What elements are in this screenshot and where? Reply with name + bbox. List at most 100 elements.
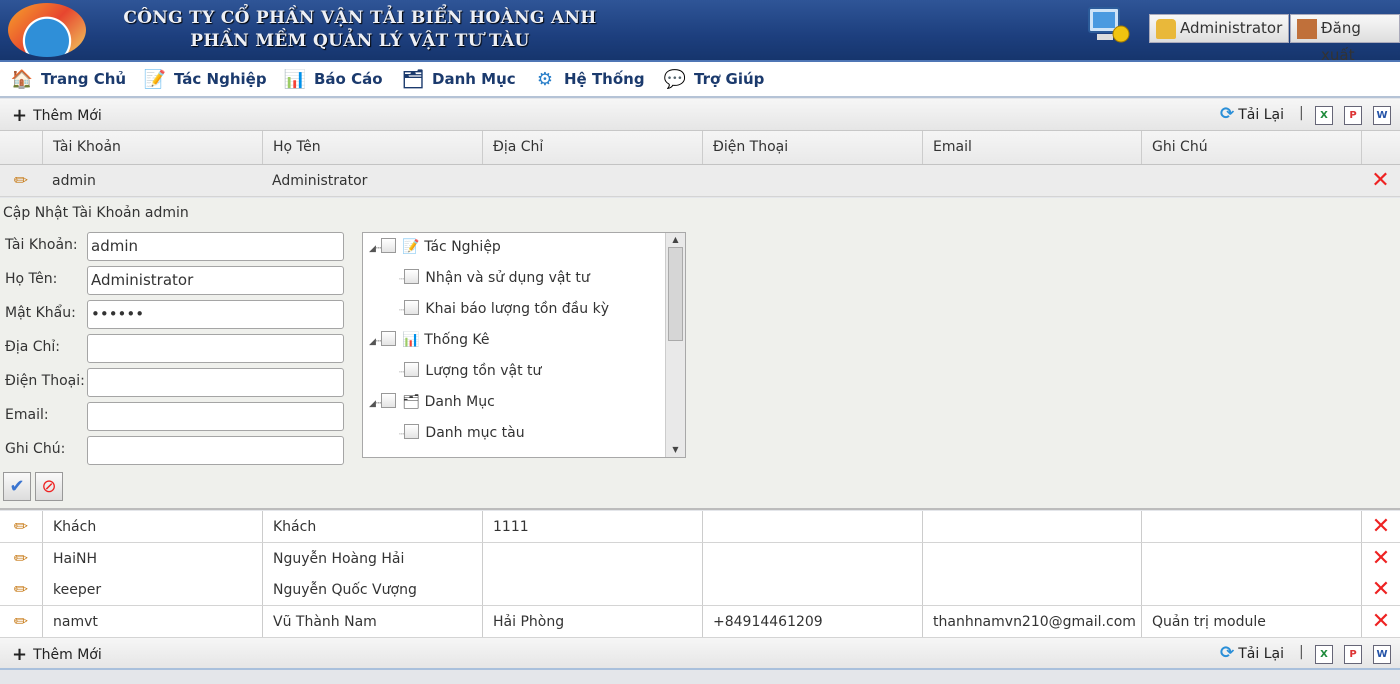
table-cell: Khách [42,511,262,542]
permission-tree: ◢┄ 📝 Tác Nghiệp ┄ Nhận và sử dụng vật tư ┄ Kh… [362,232,686,458]
app-title: PHẦN MỀM QUẢN LÝ VẬT TƯ TÀU [190,31,530,51]
menu-system[interactable]: ⚙ Hệ Thống [533,68,645,92]
export-word-button-bottom[interactable]: W [1373,645,1391,664]
table-cell: Hải Phòng [482,606,702,638]
menu-reports[interactable]: 📊 Báo Cáo [283,68,383,92]
tree-checkbox[interactable] [404,362,420,377]
logout-button[interactable]: Đăng xuất [1290,14,1400,64]
column-header-account[interactable]: Tài Khoản [42,131,262,164]
table-cell [702,574,922,606]
table-cell: 1111 [482,511,702,542]
collapse-triangle-icon[interactable]: ◢┄ [369,399,381,409]
scroll-down-icon[interactable]: ▼ [668,444,683,456]
user-button[interactable]: Administrator [1149,14,1290,43]
phone-input[interactable] [87,368,344,397]
tree-node-group[interactable]: ◢┄ 📝 Tác Nghiệp [369,238,501,255]
table-cell [1141,542,1361,574]
tree-node-leaf[interactable]: ┄ Nhận và sử dụng vật tư [399,269,590,286]
table-cell [922,511,1141,542]
table-cell [482,574,702,606]
table-row[interactable]: ✏ Khách Khách 1111 ✕ [0,511,1400,543]
table-row[interactable]: ✏ namvt Vũ Thành Nam Hải Phòng +84914461209 t… [0,606,1400,639]
column-header-note[interactable]: Ghi Chú [1141,131,1361,164]
tree-checkbox[interactable] [404,424,420,439]
column-header-address[interactable]: Địa Chỉ [482,131,702,164]
column-header-name[interactable]: Họ Tên [262,131,482,164]
add-new-button[interactable]: + Thêm Mới [12,105,102,126]
main-menu: 🏠 Trang Chủ 📝 Tác Nghiệp 📊 Báo Cáo 🗂 Danh Mụ… [0,62,1400,98]
form-title: Cập Nhật Tài Khoản admin [3,205,189,221]
delete-x-icon[interactable]: ✕ [1361,511,1400,542]
edit-pencil-icon[interactable]: ✏ [0,574,42,605]
gear-icon: ⚙ [536,69,554,90]
tree-node-leaf[interactable]: ┄ Danh mục tàu [399,424,525,441]
tree-node-group[interactable]: ◢┄ 🗂 Danh Mục [369,393,495,410]
plus-icon: + [12,644,28,665]
add-new-button-bottom[interactable]: + Thêm Mới [12,644,102,665]
account-input[interactable]: admin [87,232,344,261]
column-header-email[interactable]: Email [922,131,1141,164]
lock-icon [1156,19,1176,39]
table-row-selected[interactable]: ✏ admin Administrator ✕ [0,165,1400,197]
collapse-triangle-icon[interactable]: ◢┄ [369,244,381,254]
edit-account-form: Cập Nhật Tài Khoản admin Tài Khoản: admin… [0,198,1400,510]
export-pdf-button[interactable]: P [1344,106,1362,125]
table-cell [482,542,702,574]
tree-node-leaf[interactable]: ┄ Lượng tồn vật tư [399,362,541,379]
save-check-button[interactable]: ✔ [3,472,31,501]
menu-home[interactable]: 🏠 Trang Chủ [10,68,126,92]
tree-checkbox[interactable] [381,331,397,346]
label-password: Mật Khẩu: [5,305,76,321]
tree-node-leaf[interactable]: ┄ Khai báo lượng tồn đầu kỳ [399,300,609,317]
delete-x-icon[interactable]: ✕ [1361,165,1400,196]
note-input[interactable] [87,436,344,465]
fullname-input[interactable]: Administrator [87,266,344,295]
export-pdf-button-bottom[interactable]: P [1344,645,1362,664]
scroll-up-icon[interactable]: ▲ [668,234,683,246]
table-cell: thanhnamvn210@gmail.com [922,606,1141,638]
edit-form-icon: 📝 [143,69,167,90]
cancel-button[interactable]: ⊘ [35,472,63,501]
reload-button[interactable]: ⟳ Tải Lại [1220,104,1284,124]
edit-pencil-icon[interactable]: ✏ [0,165,42,196]
home-icon: 🏠 [10,69,34,90]
refresh-icon: ⟳ [1220,104,1235,124]
table-cell [922,542,1141,574]
edit-pencil-icon[interactable]: ✏ [0,511,42,542]
tree-checkbox[interactable] [381,393,397,408]
tree-checkbox[interactable] [404,269,420,284]
table-row[interactable]: ✏ keeper Nguyễn Quốc Vượng ✕ [0,574,1400,607]
tree-checkbox[interactable] [404,300,420,315]
export-word-button[interactable]: W [1373,106,1391,125]
export-excel-button-bottom[interactable]: X [1315,645,1333,664]
export-excel-button[interactable]: X [1315,106,1333,125]
label-email: Email: [5,407,49,423]
help-chat-icon: 💬 [663,69,687,90]
reload-button-bottom[interactable]: ⟳ Tải Lại [1220,643,1284,663]
tree-node-group[interactable]: ◢┄ 📊 Thống Kê [369,331,490,348]
delete-x-icon[interactable]: ✕ [1361,606,1400,638]
table-cell [702,511,922,542]
top-toolbar: + Thêm Mới ⟳ Tải Lại | X P W [0,99,1400,131]
table-cell: Nguyễn Hoàng Hải [262,542,482,574]
tree-checkbox[interactable] [381,238,397,253]
email-input[interactable] [87,402,344,431]
password-input[interactable]: •••••• [87,300,344,329]
table-row[interactable]: ✏ HaiNH Nguyễn Hoàng Hải ✕ [0,542,1400,575]
scroll-thumb[interactable] [668,247,683,341]
delete-x-icon[interactable]: ✕ [1361,542,1400,574]
table-cell: keeper [42,574,262,606]
collapse-triangle-icon[interactable]: ◢┄ [369,337,381,347]
column-header-phone[interactable]: Điện Thoại [702,131,922,164]
table-cell: Vũ Thành Nam [262,606,482,638]
address-input[interactable] [87,334,344,363]
company-name: CÔNG TY CỔ PHẦN VẬN TẢI BIỂN HOÀNG ANH [123,8,597,28]
edit-pencil-icon[interactable]: ✏ [0,606,42,637]
menu-catalog[interactable]: 🗂 Danh Mục [401,68,516,92]
menu-help[interactable]: 💬 Trợ Giúp [663,68,765,92]
edit-pencil-icon[interactable]: ✏ [0,543,42,574]
tree-scrollbar[interactable]: ▲ ▼ [665,233,685,457]
delete-x-icon[interactable]: ✕ [1361,574,1400,606]
catalog-icon: 🗂 [402,394,421,410]
menu-operations[interactable]: 📝 Tác Nghiệp [143,68,267,92]
